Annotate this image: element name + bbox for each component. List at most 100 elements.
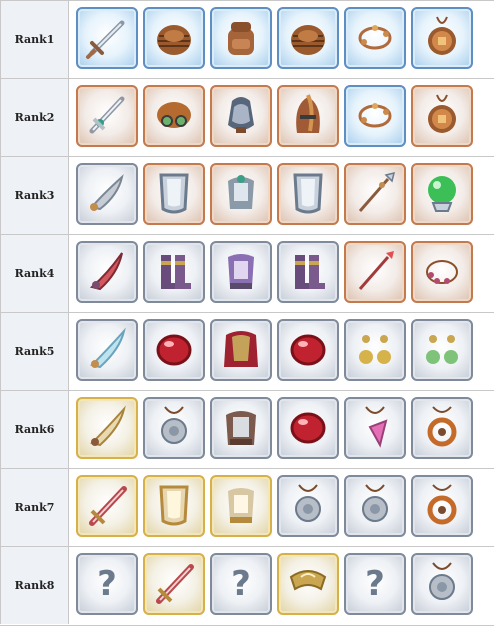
equipment-slots [76, 397, 486, 463]
equipment-slot[interactable] [277, 85, 339, 147]
winged-circlet-icon [289, 570, 327, 591]
equipment-slot[interactable] [344, 241, 406, 303]
equipment-slot[interactable] [411, 553, 473, 615]
equipment-slot[interactable] [143, 553, 205, 615]
equipment-slot[interactable] [277, 319, 339, 381]
rank-row: Rank1 [0, 0, 494, 79]
lion-pendant-icon [161, 406, 187, 444]
equipment-slot[interactable] [344, 163, 406, 225]
equipment-slot[interactable] [411, 475, 473, 537]
rank-row: Rank5 [0, 312, 494, 391]
great-sword-icon [156, 564, 194, 604]
ornate-sword-icon [89, 96, 125, 134]
equipment-slot[interactable] [76, 397, 138, 459]
equipment-slots [76, 85, 486, 151]
equipment-slot[interactable] [411, 241, 473, 303]
equipment-slot[interactable] [277, 7, 339, 69]
curved-blade-icon [90, 174, 124, 211]
violet-armor-icon [228, 254, 254, 289]
demon-blade-icon [89, 252, 123, 291]
bead-bracelet-icon [426, 260, 458, 284]
equipment-slot[interactable] [344, 475, 406, 537]
bracelet-icon [358, 25, 392, 50]
equipment-slot[interactable] [143, 319, 205, 381]
rank-label: Rank5 [0, 313, 69, 390]
equipment-slot[interactable] [143, 85, 205, 147]
equipment-slots [76, 241, 486, 307]
plate-armor-icon [228, 175, 254, 209]
red-gem-icon [290, 412, 326, 444]
red-gem-icon [156, 334, 192, 366]
svg-text:?: ? [365, 564, 385, 604]
equipment-slot[interactable] [210, 475, 272, 537]
crested-helmet-icon [296, 94, 320, 133]
red-spear-icon [358, 251, 394, 290]
equipment-slot[interactable] [344, 397, 406, 459]
red-gem-icon [290, 334, 326, 366]
equipment-slot[interactable] [344, 7, 406, 69]
svg-text:?: ? [97, 564, 117, 604]
equipment-slot[interactable] [76, 85, 138, 147]
rank-label: Rank1 [0, 1, 69, 78]
equipment-slot[interactable] [210, 397, 272, 459]
equipment-slot[interactable]: ? [344, 553, 406, 615]
shield-icon [293, 173, 323, 214]
equipment-slot[interactable] [277, 163, 339, 225]
equipment-slot[interactable] [411, 319, 473, 381]
equipment-slot[interactable] [210, 85, 272, 147]
rank-label: Rank8 [0, 547, 69, 624]
equipment-slot[interactable] [143, 397, 205, 459]
gold-earrings-icon [359, 335, 391, 364]
equipment-slot[interactable] [277, 241, 339, 303]
bracelet-icon [358, 103, 392, 128]
equipment-slot[interactable]: ? [210, 553, 272, 615]
equipment-slot[interactable] [344, 85, 406, 147]
equipment-slot[interactable] [210, 7, 272, 69]
lion-pendant-icon [362, 484, 388, 522]
feather-blade-icon [90, 327, 126, 369]
equipment-slot[interactable] [277, 553, 339, 615]
wicker-helmet-icon [291, 25, 325, 55]
equipment-slot[interactable] [277, 475, 339, 537]
question-mark-icon: ? [97, 564, 117, 604]
equipment-slots [76, 475, 486, 541]
equipment-slot[interactable] [143, 475, 205, 537]
golden-blade-icon [90, 405, 126, 447]
equipment-slot[interactable] [277, 397, 339, 459]
equipment-slot[interactable] [210, 163, 272, 225]
equipment-slot[interactable]: ? [76, 553, 138, 615]
clover-amulet-icon [428, 94, 456, 133]
equipment-slot[interactable] [143, 163, 205, 225]
rank-equipment-table: Rank1 Rank2 Rank3 Rank4 Rank5 Rank6 Rank7 Rank8… [0, 0, 494, 626]
heavy-armor-icon [226, 411, 256, 445]
green-earrings-icon [426, 335, 458, 364]
question-mark-icon: ? [231, 564, 251, 604]
rank-label: Rank7 [0, 469, 69, 546]
gold-armor-icon [228, 488, 254, 523]
equipment-slot[interactable] [210, 241, 272, 303]
equipment-slot[interactable] [76, 163, 138, 225]
backpack-icon [228, 22, 254, 55]
equipment-slot[interactable] [76, 7, 138, 69]
rank-row: Rank3 [0, 156, 494, 235]
rank-row: Rank7 [0, 468, 494, 547]
equipment-slot[interactable] [411, 85, 473, 147]
rank-row: Rank8??? [0, 546, 494, 626]
equipment-slot[interactable] [143, 7, 205, 69]
svg-text:?: ? [231, 564, 251, 604]
equipment-slots: ??? [76, 553, 486, 619]
equipment-slot[interactable] [411, 163, 473, 225]
equipment-slot[interactable] [76, 319, 138, 381]
equipment-slot[interactable] [344, 319, 406, 381]
rank-label: Rank4 [0, 235, 69, 312]
equipment-slot[interactable] [411, 397, 473, 459]
ring-amulet-icon [427, 406, 457, 447]
equipment-slot[interactable] [210, 319, 272, 381]
lion-pendant-icon [295, 484, 321, 522]
shield-icon [159, 173, 189, 214]
equipment-slot[interactable] [76, 241, 138, 303]
equipment-slot[interactable] [143, 241, 205, 303]
equipment-slot[interactable] [411, 7, 473, 69]
equipment-slot[interactable] [76, 475, 138, 537]
great-sword-icon [89, 486, 127, 526]
